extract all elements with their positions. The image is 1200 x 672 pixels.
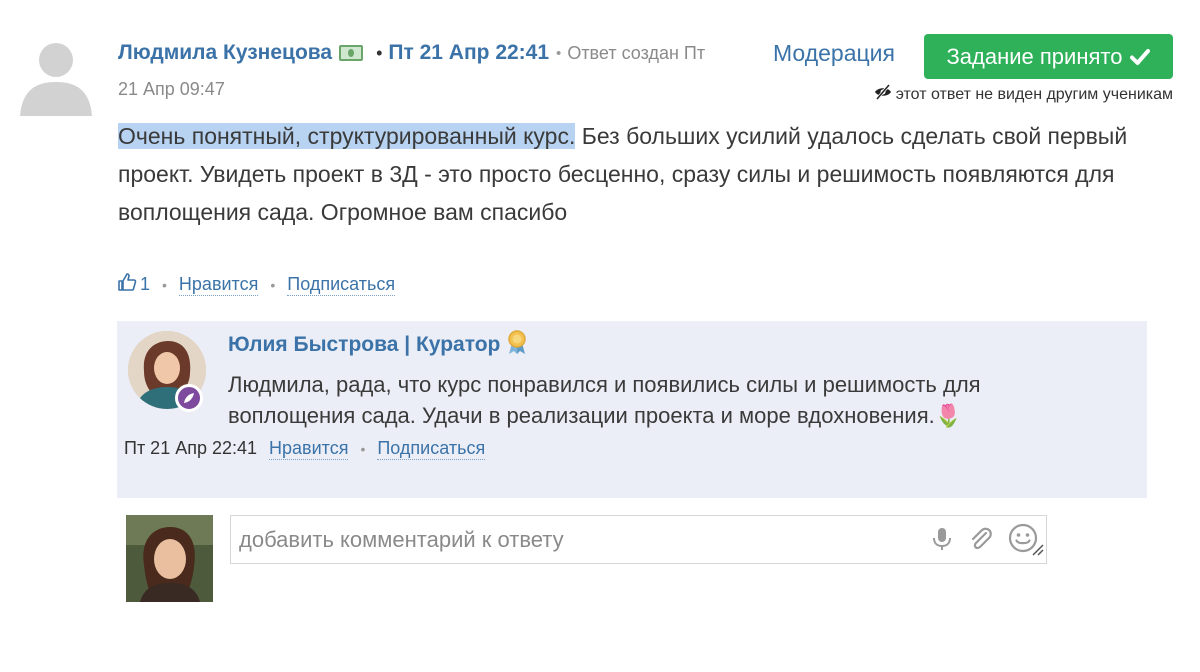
- resize-handle-icon[interactable]: [1030, 542, 1044, 561]
- curator-comment: Юлия Быстрова | Куратор Людмила, рада, ч…: [117, 321, 1147, 498]
- answer-page: Людмила Кузнецова • Пт 21 Апр 22:41 • От…: [0, 0, 1200, 672]
- eye-off-icon: [874, 84, 892, 105]
- comment-text: Людмила, рада, что курс понравился и поя…: [228, 372, 981, 428]
- answer-created-date: 21 Апр 09:47: [118, 79, 225, 99]
- check-icon: [1130, 48, 1151, 66]
- comment-subscribe-link[interactable]: Подписаться: [377, 437, 486, 460]
- thumbs-up-icon[interactable]: [117, 272, 137, 297]
- hidden-note-text: этот ответ не виден другим ученикам: [895, 85, 1173, 103]
- answer-actions: 1 • Нравится • Подписаться: [117, 272, 396, 297]
- separator-dot: •: [270, 276, 276, 293]
- subscribe-link[interactable]: Подписаться: [287, 273, 396, 296]
- money-icon: [339, 45, 364, 61]
- paperclip-icon[interactable]: [967, 525, 995, 558]
- award-icon: [506, 329, 528, 361]
- answer-date: Пт 21 Апр 22:41: [388, 41, 550, 64]
- answer-body-highlighted: Очень понятный, структурированный курс.: [118, 123, 576, 149]
- curator-badge-icon: [175, 384, 203, 412]
- separator-dot: •: [162, 276, 167, 293]
- answer-body: Очень понятный, структурированный курс. …: [118, 117, 1178, 231]
- answer-author-name[interactable]: Людмила Кузнецова: [118, 41, 332, 65]
- task-accepted-label: Задание принято: [946, 43, 1123, 69]
- task-accepted-button[interactable]: Задание принято: [924, 34, 1173, 79]
- reply-comment-input[interactable]: [231, 516, 921, 563]
- user-avatar-placeholder: [16, 34, 96, 116]
- answer-created-label: Ответ создан Пт: [567, 42, 706, 63]
- answer-author-line: Людмила Кузнецова • Пт 21 Апр 22:41 • От…: [118, 38, 705, 68]
- hidden-answer-note: этот ответ не виден другим ученикам: [874, 84, 1173, 105]
- curator-name-line: Юлия Быстрова | Куратор: [228, 329, 528, 361]
- like-count: 1: [140, 274, 151, 294]
- microphone-icon[interactable]: [931, 525, 953, 558]
- comment-meta: Пт 21 Апр 22:41 Нравится • Подписаться: [124, 437, 486, 460]
- moderation-link[interactable]: Модерация: [773, 40, 895, 67]
- separator-dot: •: [556, 44, 562, 62]
- comment-like-link[interactable]: Нравится: [269, 437, 349, 460]
- current-user-avatar: [126, 515, 213, 602]
- reply-input-box: [230, 515, 1047, 564]
- like-link[interactable]: Нравится: [178, 273, 259, 296]
- separator-dot: •: [360, 440, 366, 457]
- separator-dot: •: [376, 42, 383, 63]
- curator-name[interactable]: Юлия Быстрова | Куратор: [228, 333, 500, 357]
- comment-time: Пт 21 Апр 22:41: [124, 438, 258, 458]
